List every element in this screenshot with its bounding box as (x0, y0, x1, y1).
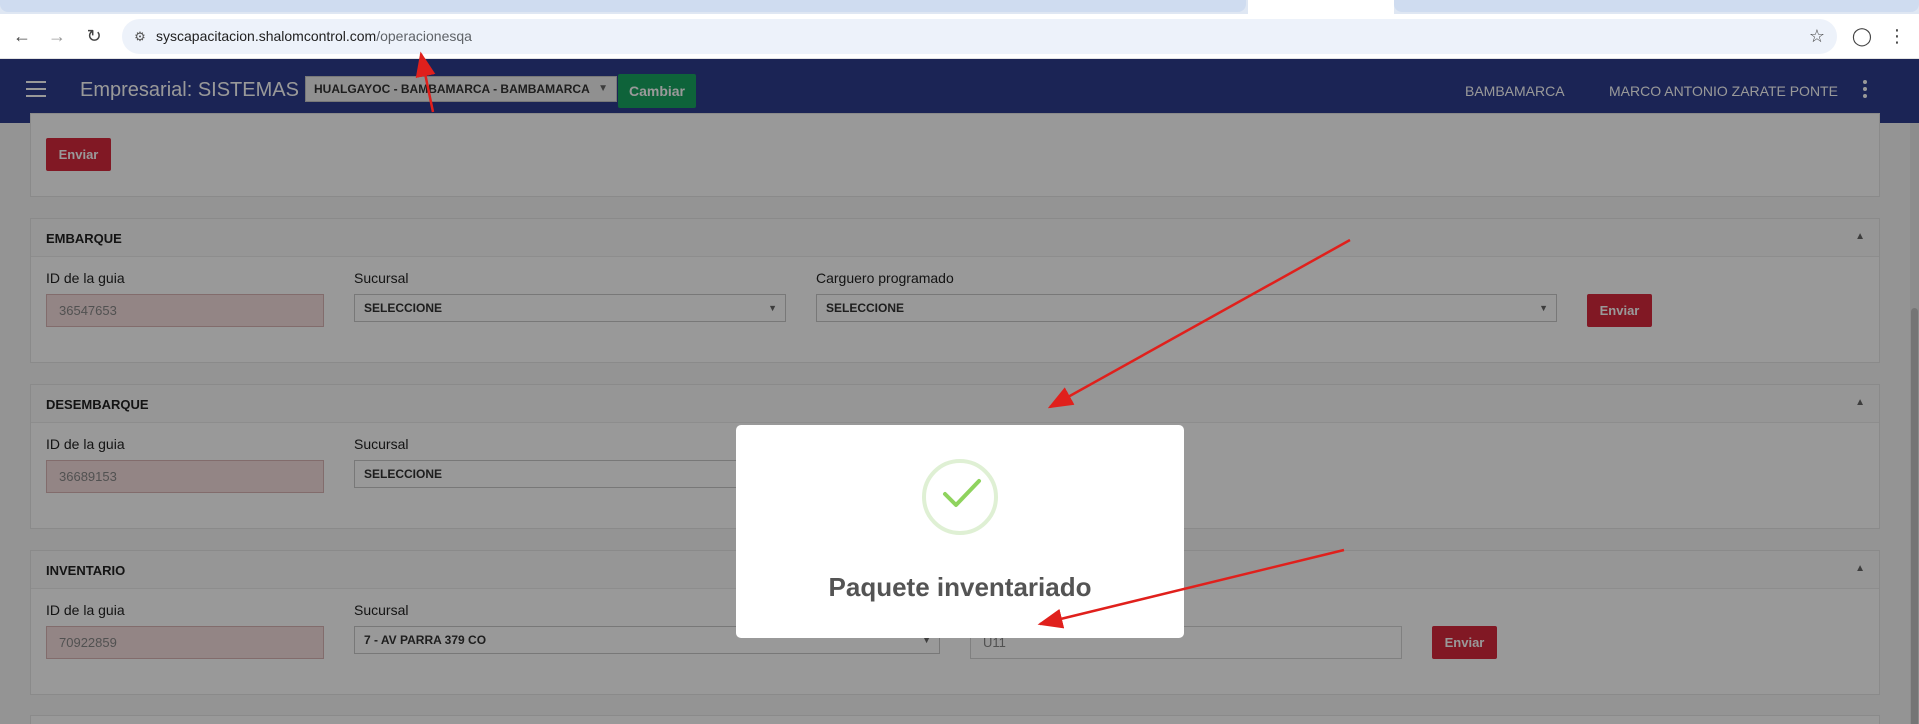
browser-tabstrip (0, 0, 1919, 14)
reload-icon[interactable]: ↻ (82, 24, 106, 48)
forward-icon[interactable]: → (45, 24, 69, 48)
browser-toolbar: ← → ↻ ⚙ syscapacitacion.shalomcontrol.co… (0, 14, 1919, 59)
browser-tab[interactable] (0, 0, 1246, 12)
back-icon[interactable]: ← (10, 24, 34, 48)
profile-icon[interactable]: ◯ (1850, 24, 1874, 48)
url-text[interactable]: syscapacitacion.shalomcontrol.com/operac… (156, 28, 472, 44)
dialog-title: Paquete inventariado (828, 572, 1092, 602)
browser-tab[interactable] (1394, 0, 1919, 12)
url-path: /operacionesqa (376, 28, 472, 44)
url-host: syscapacitacion.shalomcontrol.com (156, 28, 377, 44)
address-bar[interactable]: ⚙ syscapacitacion.shalomcontrol.com/oper… (122, 19, 1837, 54)
success-dialog: Paquete inventariado (736, 425, 1184, 638)
site-settings-icon[interactable]: ⚙ (130, 27, 150, 47)
browser-tab-active[interactable] (1248, 0, 1394, 14)
browser-menu-icon[interactable]: ⋮ (1885, 24, 1909, 48)
star-icon[interactable]: ☆ (1809, 26, 1825, 46)
success-check-icon (922, 459, 998, 535)
